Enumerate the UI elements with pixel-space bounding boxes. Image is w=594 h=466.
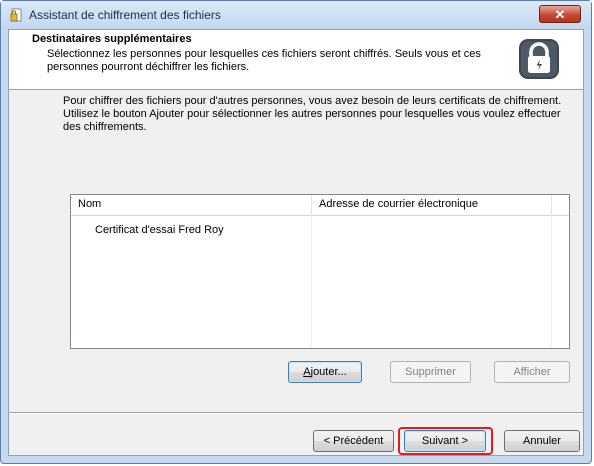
column-header-email[interactable]: Adresse de courrier électronique — [312, 195, 552, 215]
add-button-label: jouter... — [310, 366, 347, 378]
add-button[interactable]: Ajouter... — [288, 361, 362, 383]
remove-button[interactable]: Supprimer — [390, 361, 471, 383]
wizard-client-area: Destinataires supplémentaires Sélectionn… — [8, 29, 584, 456]
window-title: Assistant de chiffrement des fichiers — [29, 8, 221, 22]
dialog-window: Assistant de chiffrement des fichiers ✕ … — [0, 0, 592, 464]
list-item[interactable]: Certificat d'essai Fred Roy — [95, 224, 224, 236]
page-description: Sélectionnez les personnes pour lesquell… — [47, 48, 481, 73]
page-title: Destinataires supplémentaires — [32, 33, 192, 45]
encrypted-file-icon — [10, 8, 22, 22]
instructions-text: Pour chiffrer des fichiers pour d'autres… — [63, 95, 562, 133]
close-button[interactable]: ✕ — [539, 5, 581, 23]
title-bar[interactable]: Assistant de chiffrement des fichiers ✕ — [1, 1, 591, 29]
wizard-header: Destinataires supplémentaires Sélectionn… — [9, 30, 583, 90]
back-button[interactable]: < Précédent — [313, 430, 394, 452]
column-divider — [551, 215, 552, 348]
lock-icon — [519, 39, 559, 79]
column-divider — [311, 215, 312, 348]
list-header: Nom Adresse de courrier électronique — [71, 195, 569, 216]
add-button-mnemonic: A — [303, 366, 311, 378]
next-button-highlight — [398, 427, 493, 455]
close-icon: ✕ — [554, 7, 566, 22]
cancel-button[interactable]: Annuler — [504, 430, 580, 452]
footer-divider — [9, 412, 583, 414]
show-button[interactable]: Afficher — [494, 361, 570, 383]
column-header-name[interactable]: Nom — [71, 195, 312, 215]
recipients-list[interactable]: Nom Adresse de courrier électronique Cer… — [70, 194, 570, 349]
